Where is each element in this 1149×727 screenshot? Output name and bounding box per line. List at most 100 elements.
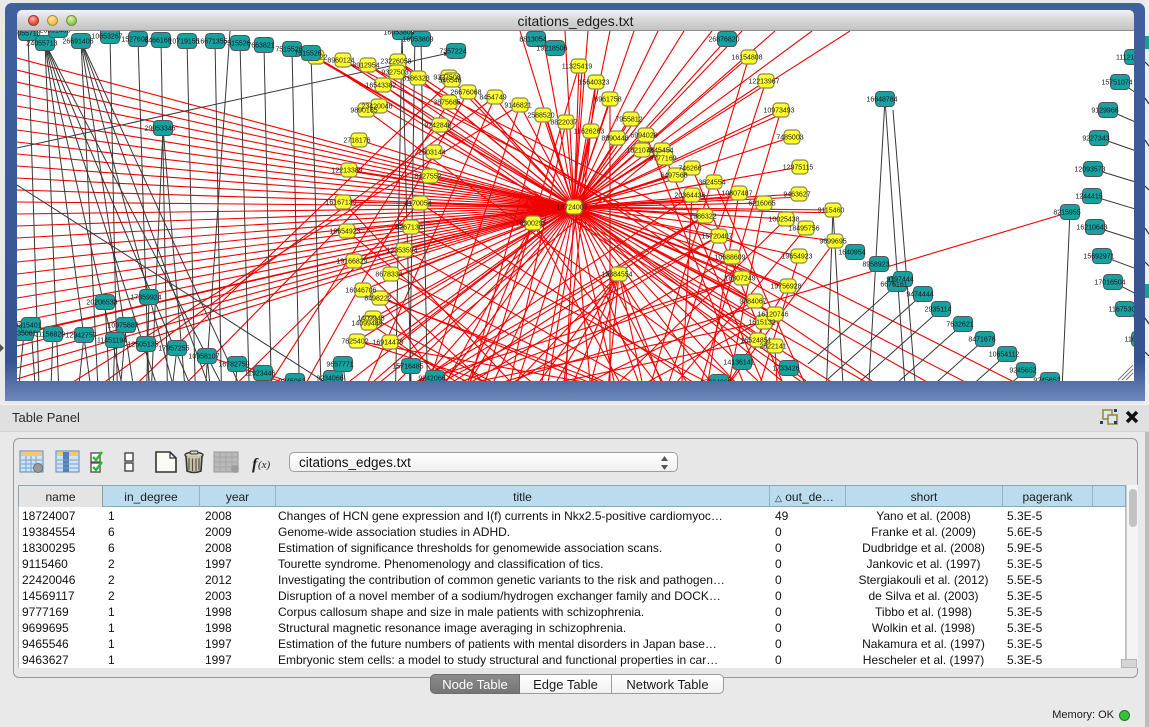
svg-text:6961758: 6961758: [594, 97, 621, 104]
svg-text:10688609: 10688609: [714, 255, 745, 262]
svg-text:24055713: 24055713: [17, 31, 41, 38]
svg-text:16543382: 16543382: [365, 83, 396, 90]
svg-text:9242848: 9242848: [424, 123, 451, 130]
svg-text:11626263: 11626263: [574, 129, 605, 136]
svg-text:19384554: 19384554: [601, 272, 632, 279]
svg-text:8454749: 8454749: [479, 95, 506, 102]
svg-text:9245652: 9245652: [1009, 368, 1036, 375]
svg-text:2588520: 2588520: [527, 113, 554, 120]
svg-text:10807487: 10807487: [721, 191, 752, 198]
svg-text:12975115: 12975115: [783, 165, 814, 172]
svg-text:7632621: 7632621: [946, 322, 973, 329]
svg-text:1733426: 1733426: [772, 366, 799, 373]
svg-text:8498222: 8498222: [364, 296, 391, 303]
svg-text:8678334: 8678334: [375, 272, 402, 279]
svg-text:26876820: 26876820: [708, 37, 739, 44]
svg-text:9146821: 9146821: [504, 103, 531, 110]
svg-text:546546: 546546: [438, 78, 461, 85]
svg-text:9242066: 9242066: [418, 376, 445, 382]
svg-text:26691406: 26691406: [39, 31, 70, 35]
svg-text:9245652: 9245652: [1033, 378, 1060, 382]
svg-text:11451194: 11451194: [97, 338, 127, 345]
svg-text:7625402: 7625402: [341, 339, 368, 346]
svg-text:10025438: 10025438: [768, 217, 799, 224]
svg-text:16120746: 16120746: [757, 312, 788, 319]
svg-text:10719155: 10719155: [168, 39, 199, 46]
svg-text:16914479: 16914479: [372, 340, 403, 347]
svg-text:17957255: 17957255: [158, 346, 189, 353]
svg-text:10653267: 10653267: [91, 34, 122, 41]
svg-text:18495756: 18495756: [788, 226, 819, 233]
svg-text:1167531: 1167531: [1125, 337, 1134, 344]
svg-text:20206533: 20206533: [86, 300, 117, 307]
svg-text:12942757: 12942757: [65, 333, 96, 340]
svg-text:10973493: 10973493: [763, 108, 794, 115]
svg-text:1244415: 1244415: [1075, 194, 1102, 201]
svg-text:16046706: 16046706: [345, 288, 376, 295]
svg-text:7663821: 7663821: [247, 43, 274, 50]
svg-text:15716485: 15716485: [392, 364, 423, 371]
svg-text:24055713: 24055713: [26, 41, 57, 48]
svg-text:16782759: 16782759: [218, 362, 249, 369]
svg-text:8990448: 8990448: [601, 136, 628, 143]
svg-text:16167139: 16167139: [325, 200, 356, 207]
svg-text:9227343: 9227343: [1082, 136, 1109, 143]
svg-text:9315401: 9315401: [17, 323, 42, 330]
svg-text:7357224: 7357224: [439, 49, 466, 56]
svg-text:19166829: 19166829: [336, 259, 367, 266]
svg-text:29053346: 29053346: [144, 126, 175, 133]
svg-text:15640323: 15640323: [578, 80, 609, 87]
svg-text:15751074: 15751074: [1101, 80, 1132, 87]
svg-text:19218506: 19218506: [536, 46, 567, 53]
svg-text:8471676: 8471676: [968, 337, 995, 344]
svg-text:2935114: 2935114: [925, 307, 952, 314]
svg-text:8186328: 8186328: [402, 76, 429, 83]
svg-text:746266: 746266: [678, 166, 701, 173]
svg-text:(x): (x): [258, 459, 271, 471]
svg-text:9234066: 9234066: [316, 376, 343, 382]
svg-text:7515526: 7515526: [294, 51, 321, 58]
svg-text:16648784: 16648784: [866, 97, 897, 104]
svg-text:20364436: 20364436: [674, 193, 705, 200]
svg-text:17016504: 17016504: [1094, 280, 1125, 287]
svg-text:6497568: 6497568: [660, 173, 687, 180]
svg-text:4545454: 4545454: [646, 148, 673, 155]
svg-text:11121314: 11121314: [1116, 55, 1134, 62]
svg-text:19654923: 19654923: [781, 254, 812, 261]
svg-text:9115460: 9115460: [818, 208, 845, 215]
svg-text:17359924: 17359924: [130, 295, 161, 302]
svg-text:8813054: 8813054: [519, 37, 546, 44]
svg-text:8958923: 8958923: [862, 262, 889, 269]
svg-text:3624554: 3624554: [698, 180, 725, 187]
svg-text:15692971: 15692971: [1083, 254, 1114, 261]
svg-text:15720407: 15720407: [701, 234, 732, 241]
svg-text:16210643: 16210643: [1076, 225, 1107, 232]
svg-text:9699695: 9699695: [819, 239, 846, 246]
svg-text:12353594: 12353594: [386, 248, 417, 255]
svg-text:12093573: 12093573: [1074, 167, 1105, 174]
svg-text:17334260: 17334260: [700, 380, 731, 382]
svg-text:9084067: 9084067: [739, 299, 766, 306]
svg-text:3875685: 3875685: [433, 100, 460, 107]
svg-text:7485003: 7485003: [776, 135, 803, 142]
svg-text:11156829: 11156829: [35, 332, 65, 339]
svg-text:16053809: 16053809: [402, 37, 433, 44]
svg-text:7986322: 7986322: [689, 214, 716, 221]
svg-text:26676068: 26676068: [450, 90, 481, 97]
svg-text:8822037: 8822037: [550, 120, 577, 127]
svg-text:8267130: 8267130: [395, 225, 422, 232]
svg-text:4170054: 4170054: [404, 201, 431, 208]
svg-text:8960124: 8960124: [327, 58, 354, 65]
svg-text:10958107: 10958107: [188, 354, 219, 361]
svg-text:8215955: 8215955: [1053, 210, 1080, 217]
svg-text:9474444: 9474444: [906, 292, 933, 299]
svg-text:8427552: 8427552: [414, 174, 441, 181]
svg-text:10654112: 10654112: [989, 352, 1020, 359]
svg-text:1167530: 1167530: [1109, 307, 1134, 314]
svg-text:2522141: 2522141: [759, 344, 786, 351]
svg-text:18300295: 18300295: [515, 221, 546, 228]
svg-text:26691406: 26691406: [62, 39, 93, 46]
svg-text:6994028: 6994028: [630, 133, 657, 140]
svg-text:14136141: 14136141: [723, 360, 754, 367]
svg-text:23420046: 23420046: [361, 104, 392, 111]
